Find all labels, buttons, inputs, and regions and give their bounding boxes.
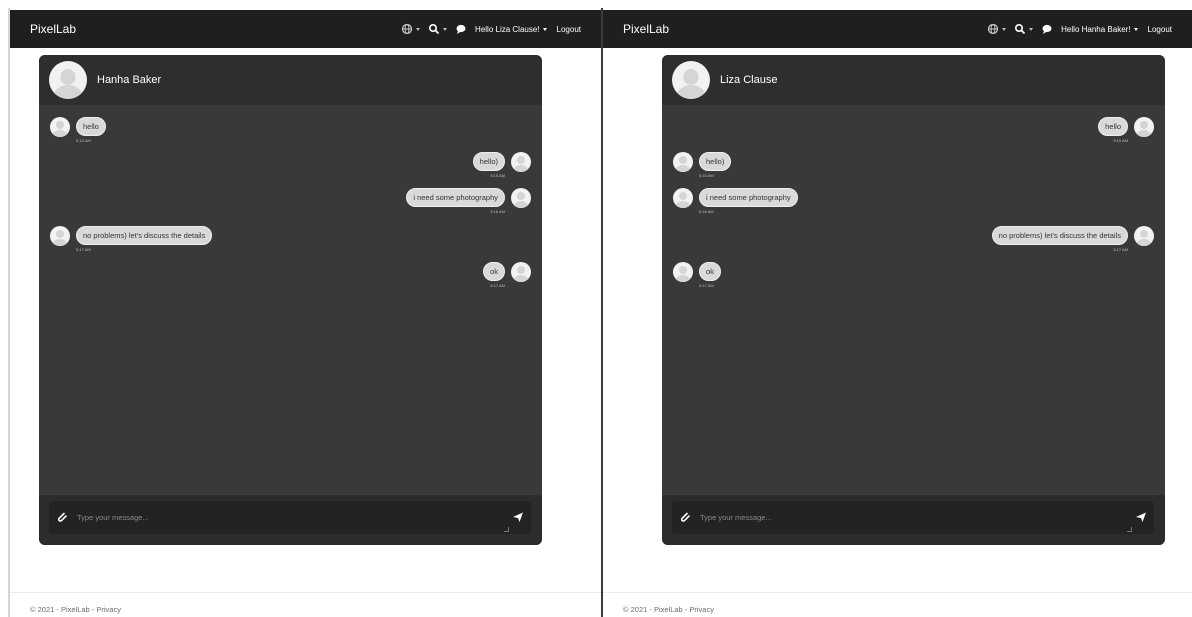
message-time: 5:15 AM [1113,138,1128,143]
logout-link[interactable]: Logout [1148,25,1172,34]
composer-box [672,501,1154,534]
avatar [672,61,710,99]
chat-window: Hanha Baker hello 5:15 AM hello) 5:15 AM i… [39,55,542,545]
message-composer [39,495,542,545]
avatar [673,188,693,208]
globe-icon [988,23,999,35]
chat-header: Hanha Baker [39,55,542,105]
message-time: 5:15 AM [490,173,505,178]
message-item: hello 5:15 AM [50,117,106,143]
avatar [1134,226,1154,246]
chevron-down-icon [443,27,448,31]
language-dropdown[interactable] [987,23,1007,35]
chat-window: Liza Clause hello 5:15 AM hello) 5:15 AM i… [662,55,1165,545]
message-time: 5:17 AM [490,283,505,288]
composer-box [49,501,531,534]
message-time: 5:15 AM [76,138,91,143]
brand-link[interactable]: PixelLab [30,22,76,36]
search-dropdown[interactable] [1014,23,1034,35]
search-dropdown[interactable] [428,23,448,35]
footer-text: © 2021 - PixelLab - Privacy [623,605,714,614]
message-item: i need some photography 5:16 AM [673,188,798,214]
message-time: 5:16 AM [699,209,714,214]
message-bubble: ok [483,262,505,281]
paperclip-icon[interactable] [56,511,68,523]
message-time: 5:17 AM [1113,247,1128,252]
avatar [50,117,70,137]
message-item: hello) 5:15 AM [472,152,531,178]
message-input[interactable] [77,505,487,529]
avatar [49,61,87,99]
avatar [511,262,531,282]
avatar [50,226,70,246]
user-greeting: Hello Liza Clause! [475,24,540,34]
message-list: hello 5:15 AM hello) 5:15 AM i need some p… [662,105,1165,495]
chat-bubble-icon[interactable] [455,23,467,35]
footer-divider [603,592,1192,593]
resize-handle[interactable] [1127,527,1132,532]
chevron-down-icon [1029,27,1034,31]
message-time: 5:17 AM [699,283,714,288]
chat-bubble-icon[interactable] [1041,23,1053,35]
avatar [673,152,693,172]
language-dropdown[interactable] [401,23,421,35]
avatar [511,188,531,208]
message-list: hello 5:15 AM hello) 5:15 AM i need some p… [39,105,542,495]
left-browser-pane: PixelLab Hello Liza Clause! Logout Hanha… [10,8,601,617]
message-item: no problems) let's discuss the details 5:… [991,226,1154,252]
chevron-down-icon [1133,27,1138,31]
search-icon [429,23,440,35]
logout-link[interactable]: Logout [557,25,581,34]
avatar [673,262,693,282]
navbar: PixelLab Hello Liza Clause! Logout [10,10,601,48]
search-icon [1015,23,1026,35]
user-menu-dropdown[interactable]: Hello Hanha Baker! [1061,24,1138,34]
message-bubble: hello) [699,152,732,171]
message-item: ok 5:17 AM [483,262,531,288]
chat-header: Liza Clause [662,55,1165,105]
avatar [511,152,531,172]
message-time: 5:15 AM [699,173,714,178]
message-item: no problems) let's discuss the details 5:… [50,226,213,252]
message-time: 5:16 AM [490,209,505,214]
message-item: ok 5:17 AM [673,262,721,288]
message-item: hello) 5:15 AM [673,152,732,178]
nav-right: Hello Liza Clause! Logout [401,23,581,35]
send-icon[interactable] [1134,510,1148,524]
message-bubble: i need some photography [406,188,505,207]
message-bubble: hello [1098,117,1128,136]
footer-divider [10,592,601,593]
message-bubble: hello [76,117,106,136]
message-bubble: no problems) let's discuss the details [991,226,1128,245]
message-composer [662,495,1165,545]
user-menu-dropdown[interactable]: Hello Liza Clause! [475,24,547,34]
avatar [1134,117,1154,137]
message-bubble: ok [699,262,721,281]
message-input[interactable] [700,505,1110,529]
message-item: hello 5:15 AM [1098,117,1154,143]
chevron-down-icon [416,27,421,31]
chat-partner-name: Hanha Baker [97,74,162,86]
message-item: i need some photography 5:16 AM [406,188,531,214]
message-bubble: i need some photography [699,188,798,207]
nav-right: Hello Hanha Baker! Logout [987,23,1172,35]
send-icon[interactable] [511,510,525,524]
user-greeting: Hello Hanha Baker! [1061,24,1131,34]
footer-text: © 2021 - PixelLab - Privacy [30,605,121,614]
resize-handle[interactable] [504,527,509,532]
message-bubble: no problems) let's discuss the details [76,226,213,245]
right-browser-pane: PixelLab Hello Hanha Baker! Logout Liza … [603,8,1192,617]
paperclip-icon[interactable] [679,511,691,523]
chevron-down-icon [542,27,547,31]
globe-icon [401,23,413,35]
chevron-down-icon [1002,27,1007,31]
message-bubble: hello) [472,152,505,171]
navbar: PixelLab Hello Hanha Baker! Logout [603,10,1192,48]
chat-partner-name: Liza Clause [720,74,778,86]
brand-link[interactable]: PixelLab [623,22,669,36]
message-time: 5:17 AM [76,247,91,252]
